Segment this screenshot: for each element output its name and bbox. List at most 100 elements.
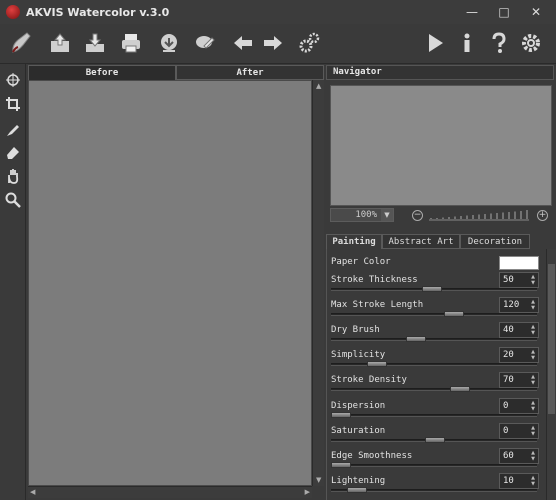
stroke-density-input[interactable]: 70 ▲ ▼ — [499, 372, 539, 388]
open-image-icon[interactable] — [45, 28, 75, 58]
share-icon[interactable] — [190, 28, 220, 58]
param-saturation: Saturation 0 ▲ ▼ — [327, 422, 547, 447]
param-edge-smoothness: Edge Smoothness 60 ▲ ▼ — [327, 447, 547, 472]
crop-move-icon[interactable] — [3, 70, 23, 90]
slider-thumb[interactable] — [425, 437, 445, 443]
slider-thumb[interactable] — [406, 336, 426, 342]
spin-arrows-icon[interactable]: ▲ ▼ — [529, 400, 537, 412]
zoom-in-button[interactable]: + — [537, 209, 548, 221]
param-value: 0 — [503, 401, 509, 411]
slider-thumb[interactable] — [331, 412, 351, 418]
canvas-horizontal-scrollbar[interactable]: ◀ ▶ — [28, 486, 312, 498]
spin-arrows-icon[interactable]: ▲ ▼ — [529, 324, 537, 336]
maximize-button[interactable]: □ — [488, 0, 520, 24]
publish-icon[interactable] — [154, 28, 184, 58]
slider-track[interactable] — [331, 388, 537, 391]
param-lightening: Lightening 10 ▲ ▼ — [327, 472, 547, 497]
brush-logo-icon[interactable] — [6, 28, 36, 58]
tab-before[interactable]: Before — [28, 65, 176, 80]
spin-arrows-icon[interactable]: ▲ ▼ — [529, 425, 537, 437]
redo-icon[interactable] — [258, 28, 288, 58]
slider-track[interactable] — [331, 363, 537, 366]
slider-thumb[interactable] — [347, 487, 367, 493]
param-value: 70 — [503, 375, 514, 385]
stroke-thickness-input[interactable]: 50 ▲ ▼ — [499, 272, 539, 288]
scrollbar-thumb[interactable] — [548, 264, 555, 414]
print-icon[interactable] — [116, 28, 146, 58]
zoom-bar: 100% ▼ − + — [326, 206, 554, 224]
max-stroke-length-input[interactable]: 120 ▲ ▼ — [499, 297, 539, 313]
scroll-right-arrow-icon[interactable]: ▶ — [305, 488, 310, 496]
slider-thumb[interactable] — [331, 462, 351, 468]
slider-track[interactable] — [331, 313, 537, 316]
slider-track[interactable] — [331, 414, 537, 417]
param-value: 50 — [503, 275, 514, 285]
spin-arrows-icon[interactable]: ▲ ▼ — [529, 374, 537, 386]
dispersion-input[interactable]: 0 ▲ ▼ — [499, 398, 539, 414]
undo-icon[interactable] — [228, 28, 258, 58]
preferences-icon[interactable] — [294, 28, 324, 58]
spin-arrows-icon[interactable]: ▲ ▼ — [529, 349, 537, 361]
lightening-input[interactable]: 10 ▲ ▼ — [499, 473, 539, 489]
main-toolbar — [0, 24, 556, 64]
settings-gear-icon[interactable] — [516, 28, 546, 58]
slider-thumb[interactable] — [444, 311, 464, 317]
dry-brush-input[interactable]: 40 ▲ ▼ — [499, 322, 539, 338]
spin-arrows-icon[interactable]: ▲ ▼ — [529, 450, 537, 462]
tab-after[interactable]: After — [176, 65, 324, 80]
param-value: 20 — [503, 350, 514, 360]
before-after-tabs: Before After — [28, 65, 324, 80]
param-label: Edge Smoothness — [331, 451, 413, 461]
slider-thumb[interactable] — [367, 361, 387, 367]
slider-thumb[interactable] — [422, 286, 442, 292]
zoom-out-button[interactable]: − — [412, 209, 423, 221]
param-label: Stroke Thickness — [331, 275, 418, 285]
settings-panel: Paper Color Stroke Thickness 50 ▲ ▼ Max St… — [326, 249, 546, 500]
scroll-up-arrow-icon[interactable]: ▲ — [316, 82, 321, 90]
settings-scrollbar[interactable] — [546, 249, 556, 500]
zoom-tool-icon[interactable] — [3, 190, 23, 210]
zoom-slider[interactable] — [429, 209, 529, 221]
close-button[interactable]: ✕ — [520, 0, 552, 24]
saturation-input[interactable]: 0 ▲ ▼ — [499, 423, 539, 439]
slider-track[interactable] — [331, 464, 537, 467]
tool-strip — [0, 64, 26, 500]
save-image-icon[interactable] — [80, 28, 110, 58]
navigator-preview[interactable] — [330, 85, 552, 206]
scroll-left-arrow-icon[interactable]: ◀ — [30, 488, 35, 496]
param-value: 10 — [503, 476, 514, 486]
image-canvas[interactable] — [28, 80, 312, 486]
run-icon[interactable] — [420, 28, 450, 58]
param-label: Paper Color — [331, 257, 391, 267]
param-value: 120 — [503, 300, 520, 310]
param-label: Stroke Density — [331, 375, 407, 385]
spin-arrows-icon[interactable]: ▲ ▼ — [529, 475, 537, 487]
help-icon[interactable] — [484, 28, 514, 58]
param-label: Dispersion — [331, 401, 386, 411]
param-dispersion: Dispersion 0 ▲ ▼ — [327, 397, 547, 422]
slider-thumb[interactable] — [450, 386, 470, 392]
zoom-select[interactable]: 100% ▼ — [330, 208, 394, 222]
paper-color-swatch[interactable] — [499, 256, 539, 270]
crop-icon[interactable] — [3, 94, 23, 114]
info-icon[interactable] — [452, 28, 482, 58]
spin-arrows-icon[interactable]: ▲ ▼ — [529, 299, 537, 311]
tab-abstract-art[interactable]: Abstract Art — [382, 234, 460, 249]
eraser-tool-icon[interactable] — [3, 142, 23, 162]
edge-smoothness-input[interactable]: 60 ▲ ▼ — [499, 448, 539, 464]
window-controls: — □ ✕ — [456, 0, 552, 24]
simplicity-input[interactable]: 20 ▲ ▼ — [499, 347, 539, 363]
spin-arrows-icon[interactable]: ▲ ▼ — [529, 274, 537, 286]
scroll-down-arrow-icon[interactable]: ▼ — [316, 476, 321, 484]
settings-tabs: Painting Abstract Art Decoration — [326, 234, 554, 249]
tab-decoration[interactable]: Decoration — [460, 234, 530, 249]
hand-tool-icon[interactable] — [3, 166, 23, 186]
param-stroke-thickness: Stroke Thickness 50 ▲ ▼ — [327, 271, 547, 296]
tab-painting[interactable]: Painting — [326, 234, 382, 249]
slider-track[interactable] — [331, 338, 537, 341]
chevron-down-icon[interactable]: ▼ — [381, 209, 393, 221]
brush-tool-icon[interactable] — [3, 120, 23, 140]
minimize-button[interactable]: — — [456, 0, 488, 24]
navigator-header: Navigator — [326, 65, 554, 80]
canvas-vertical-scrollbar[interactable]: ▲ ▼ — [312, 80, 324, 486]
